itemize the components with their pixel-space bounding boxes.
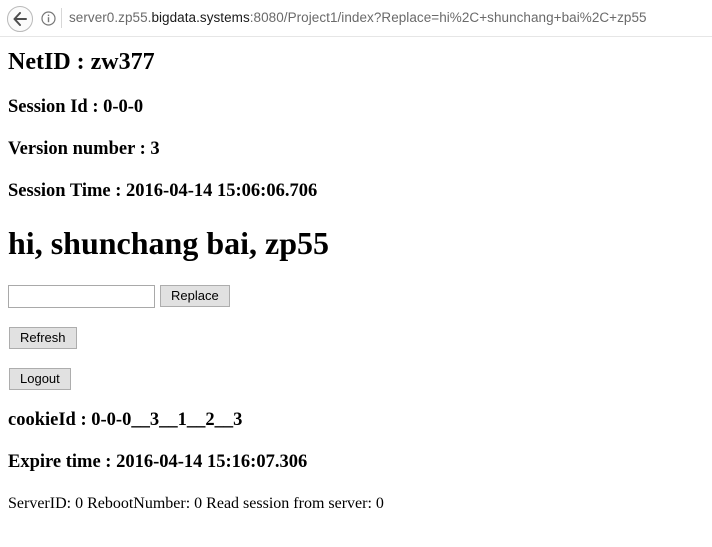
info-icon[interactable] xyxy=(41,11,56,26)
message-heading: hi, shunchang bai, zp55 xyxy=(8,225,330,261)
replace-input[interactable] xyxy=(8,285,155,308)
server-info-text: ServerID: 0 RebootNumber: 0 Read session… xyxy=(8,495,384,512)
back-button[interactable] xyxy=(7,6,33,32)
session-time-heading: Session Time : 2016-04-14 15:06:06.706 xyxy=(8,181,318,201)
logout-button[interactable]: Logout xyxy=(9,368,71,390)
session-id-heading: Session Id : 0-0-0 xyxy=(8,97,144,117)
url-separator xyxy=(61,8,62,28)
back-arrow-icon xyxy=(13,12,27,26)
cookie-id-heading: cookieId : 0-0-0__3__1__2__3 xyxy=(8,410,243,430)
refresh-button[interactable]: Refresh xyxy=(9,327,77,349)
netid-heading: NetID : zw377 xyxy=(8,49,155,75)
version-heading: Version number : 3 xyxy=(8,139,160,159)
expire-time-heading: Expire time : 2016-04-14 15:16:07.306 xyxy=(8,452,308,472)
url-domain: bigdata.systems xyxy=(151,10,250,25)
browser-address-bar: server0.zp55.bigdata.systems:8080/Projec… xyxy=(0,0,712,37)
url-prefix: server0.zp55. xyxy=(69,10,152,25)
replace-button[interactable]: Replace xyxy=(160,285,230,307)
url-suffix: :8080/Project1/index?Replace=hi%2C+shunc… xyxy=(249,10,647,25)
url-field[interactable]: server0.zp55.bigdata.systems:8080/Projec… xyxy=(69,10,647,25)
